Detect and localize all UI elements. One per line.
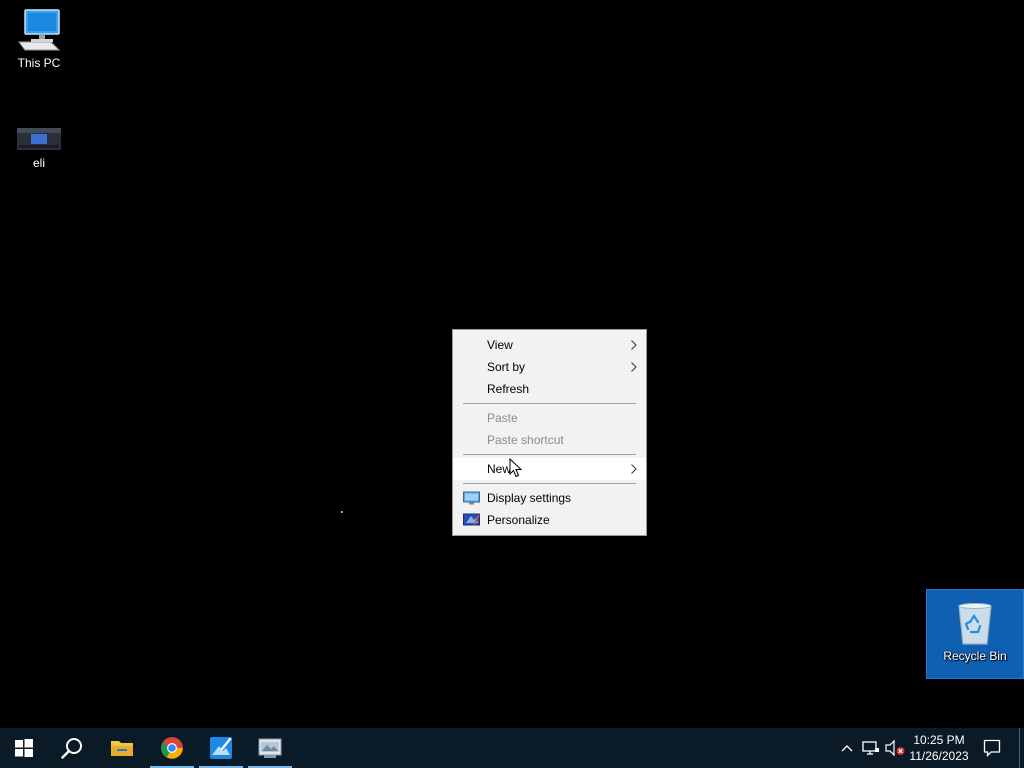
chevron-right-icon — [631, 340, 637, 350]
notification-icon — [983, 739, 1001, 757]
menu-item-new[interactable]: New — [453, 458, 646, 480]
menu-separator — [463, 403, 636, 404]
menu-item-label: Display settings — [487, 491, 572, 505]
personalize-icon — [463, 513, 480, 526]
action-center-button[interactable] — [978, 728, 1006, 768]
volume-tray-button[interactable] — [884, 728, 906, 768]
menu-item-view[interactable]: View — [453, 334, 646, 356]
network-icon — [862, 741, 879, 755]
display-icon — [463, 491, 480, 505]
menu-item-label: Paste — [487, 411, 518, 425]
app-window-icon — [258, 738, 282, 758]
windows-logo-icon — [15, 739, 33, 757]
app-window-button[interactable] — [246, 728, 294, 768]
chevron-right-icon — [631, 464, 637, 474]
clock-time: 10:25 PM — [913, 733, 965, 747]
menu-item-paste-shortcut: Paste shortcut — [453, 429, 646, 451]
chrome-button[interactable] — [148, 728, 196, 768]
menu-item-sort-by[interactable]: Sort by — [453, 356, 646, 378]
chevron-right-icon — [631, 362, 637, 372]
chrome-icon — [161, 737, 183, 759]
file-explorer-button[interactable] — [98, 728, 146, 768]
menu-item-label: Personalize — [487, 513, 550, 527]
show-hidden-icons-button[interactable] — [838, 728, 856, 768]
shortcut-thumbnail-icon — [17, 128, 61, 150]
menu-item-personalize[interactable]: Personalize — [453, 509, 646, 531]
menu-separator — [463, 454, 636, 455]
menu-item-label: Paste shortcut — [487, 433, 564, 447]
menu-item-label: Refresh — [487, 382, 530, 396]
desktop-icon-label: This PC — [17, 56, 61, 70]
desktop-icon-recycle-bin[interactable]: Recycle Bin — [926, 589, 1024, 679]
mouse-cursor-icon — [509, 458, 523, 478]
show-desktop-button[interactable] — [1019, 728, 1020, 768]
computer-icon — [18, 9, 61, 51]
menu-item-label: New — [487, 462, 512, 476]
clock-date: 11/26/2023 — [909, 749, 969, 763]
volume-muted-icon — [885, 740, 905, 756]
start-button[interactable] — [0, 728, 48, 768]
menu-item-label: Sort by — [487, 360, 526, 374]
desktop-speck — [341, 511, 343, 513]
desktop-icon-eli[interactable]: eli — [1, 124, 77, 170]
desktop-icon-label: Recycle Bin — [943, 649, 1007, 663]
menu-item-refresh[interactable]: Refresh — [453, 378, 646, 400]
folder-icon — [111, 741, 133, 756]
desktop-icon-label: eli — [32, 156, 45, 170]
desktop-icon-this-pc[interactable]: This PC — [1, 8, 77, 70]
menu-item-display-settings[interactable]: Display settings — [453, 487, 646, 509]
menu-item-label: View — [487, 338, 513, 352]
chevron-up-icon — [841, 745, 853, 752]
search-icon — [61, 738, 82, 759]
search-button[interactable] — [48, 728, 96, 768]
paint-icon — [210, 737, 232, 759]
menu-separator — [463, 483, 636, 484]
network-tray-button[interactable] — [860, 728, 882, 768]
taskbar-clock[interactable]: 10:25 PM 11/26/2023 — [906, 732, 972, 764]
paint-button[interactable] — [197, 728, 245, 768]
desktop-context-menu: View Sort by Refresh Paste Paste shortcu… — [452, 329, 647, 536]
taskbar: 10:25 PM 11/26/2023 — [0, 728, 1024, 768]
recycle-bin-icon — [958, 603, 992, 645]
menu-item-paste: Paste — [453, 407, 646, 429]
